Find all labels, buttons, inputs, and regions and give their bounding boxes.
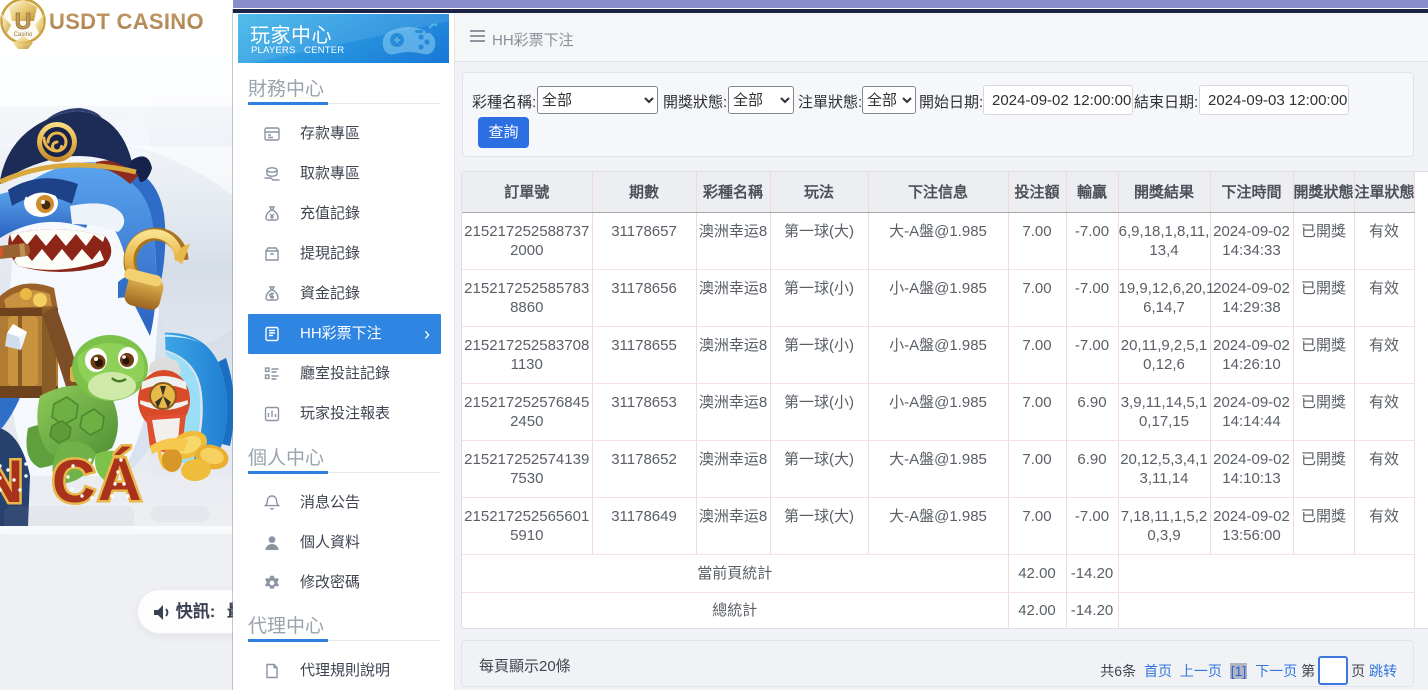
svg-text:N: N <box>0 448 23 515</box>
svg-text:C: C <box>52 448 95 515</box>
svg-text:U: U <box>15 8 32 34</box>
svg-text:Á: Á <box>98 446 141 513</box>
svg-text:USDT CASINO: USDT CASINO <box>49 9 204 34</box>
svg-text:Casino: Casino <box>14 32 33 38</box>
